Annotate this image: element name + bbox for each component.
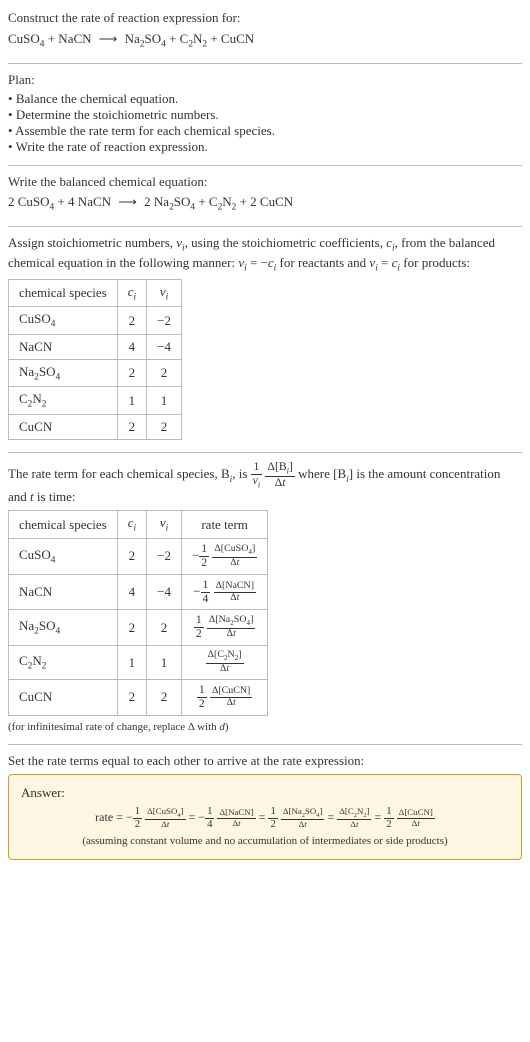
assumption-text: (assuming constant volume and no accumul… bbox=[21, 834, 509, 848]
prompt-text: Construct the rate of reaction expressio… bbox=[8, 10, 522, 27]
frac: Δ[Bi]Δt bbox=[265, 461, 294, 489]
problem-section: Construct the rate of reaction expressio… bbox=[8, 10, 522, 64]
final-section: Set the rate terms equal to each other t… bbox=[8, 753, 522, 860]
table-header-row: chemical species ci νi bbox=[9, 279, 182, 307]
answer-label: Answer: bbox=[21, 785, 509, 802]
plan-item: Balance the chemical equation. bbox=[8, 91, 522, 107]
balanced-equation: 2 CuSO4 + 4 NaCN ⟶ 2 Na2SO4 + C2N2 + 2 C… bbox=[8, 194, 522, 214]
table-row: CuCN 2 2 bbox=[9, 415, 182, 440]
rate-expression: rate = −12 Δ[CuSO4]Δt = −14 Δ[NaCN]Δt = … bbox=[21, 806, 509, 831]
balanced-section: Write the balanced chemical equation: 2 … bbox=[8, 174, 522, 228]
table-row: NaCN 4 −4 −14 Δ[NaCN]Δt bbox=[9, 574, 268, 610]
table-row: C2N2 1 1 bbox=[9, 387, 182, 415]
frac: 1νi bbox=[251, 461, 263, 489]
plan-item: Write the rate of reaction expression. bbox=[8, 139, 522, 155]
plan-item: Determine the stoichiometric numbers. bbox=[8, 107, 522, 123]
plan-label: Plan: bbox=[8, 72, 522, 89]
table-row: CuSO4 2 −2 bbox=[9, 307, 182, 335]
answer-box: Answer: rate = −12 Δ[CuSO4]Δt = −14 Δ[Na… bbox=[8, 774, 522, 860]
stoich-intro: Assign stoichiometric numbers, νi, using… bbox=[8, 235, 522, 275]
stoich-section: Assign stoichiometric numbers, νi, using… bbox=[8, 235, 522, 453]
stoich-table: chemical species ci νi CuSO4 2 −2 NaCN 4… bbox=[8, 279, 182, 440]
plan-item: Assemble the rate term for each chemical… bbox=[8, 123, 522, 139]
table-row: Na2SO4 2 2 12 Δ[Na2SO4]Δt bbox=[9, 610, 268, 646]
table-header-row: chemical species ci νi rate term bbox=[9, 511, 268, 539]
plan-section: Plan: Balance the chemical equation. Det… bbox=[8, 72, 522, 166]
rateterm-section: The rate term for each chemical species,… bbox=[8, 461, 522, 745]
col-nu: νi bbox=[147, 279, 182, 307]
rateterm-intro: The rate term for each chemical species,… bbox=[8, 461, 522, 506]
table-row: CuCN 2 2 12 Δ[CuCN]Δt bbox=[9, 679, 268, 715]
balanced-label: Write the balanced chemical equation: bbox=[8, 174, 522, 191]
unbalanced-equation: CuSO4 + NaCN ⟶ Na2SO4 + C2N2 + CuCN bbox=[8, 31, 522, 51]
table-row: Na2SO4 2 2 bbox=[9, 359, 182, 387]
rateterm-table: chemical species ci νi rate term CuSO4 2… bbox=[8, 510, 268, 715]
table-row: NaCN 4 −4 bbox=[9, 334, 182, 359]
rate-term-cell: −12 Δ[CuSO4]Δt bbox=[181, 538, 267, 574]
col-species: chemical species bbox=[9, 279, 118, 307]
table-row: CuSO4 2 −2 −12 Δ[CuSO4]Δt bbox=[9, 538, 268, 574]
final-intro: Set the rate terms equal to each other t… bbox=[8, 753, 522, 770]
table-row: C2N2 1 1 Δ[C2N2]Δt bbox=[9, 646, 268, 680]
rateterm-note: (for infinitesimal rate of change, repla… bbox=[8, 720, 522, 734]
col-c: ci bbox=[117, 279, 146, 307]
plan-list: Balance the chemical equation. Determine… bbox=[8, 91, 522, 155]
